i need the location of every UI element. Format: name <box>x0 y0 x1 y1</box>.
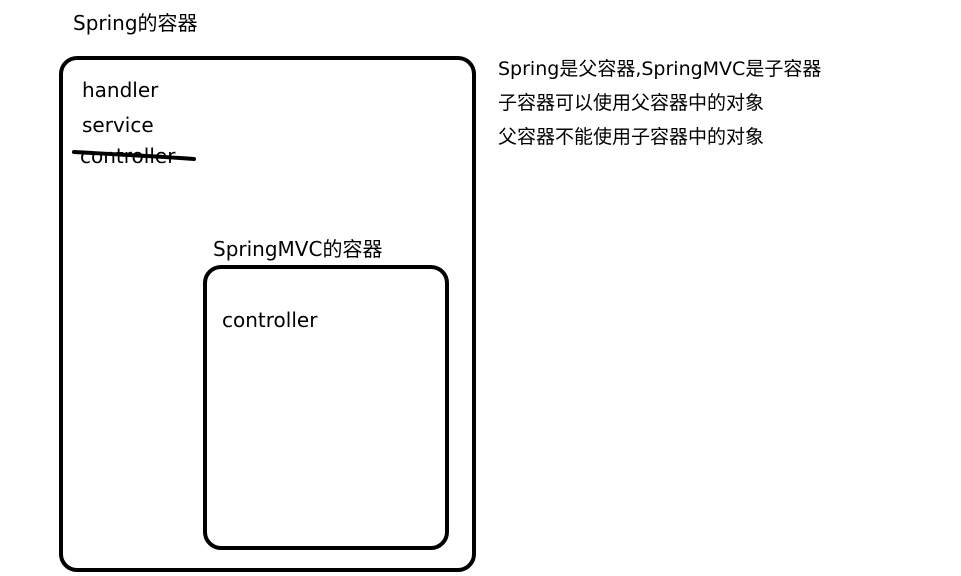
spring-container-title: Spring的容器 <box>73 11 198 35</box>
note-line-3: 父容器不能使用子容器中的对象 <box>498 126 765 148</box>
note-line-2: 子容器可以使用父容器中的对象 <box>498 92 765 114</box>
strikethrough-mark <box>72 150 196 161</box>
springmvc-item-controller: controller <box>222 308 318 332</box>
spring-item-handler: handler <box>82 78 159 102</box>
springmvc-container-title: SpringMVC的容器 <box>213 237 383 261</box>
notes-block: Spring是父容器,SpringMVC是子容器 子容器可以使用父容器中的对象 … <box>498 57 821 159</box>
spring-item-service: service <box>82 113 154 137</box>
note-line-1: Spring是父容器,SpringMVC是子容器 <box>498 58 822 80</box>
